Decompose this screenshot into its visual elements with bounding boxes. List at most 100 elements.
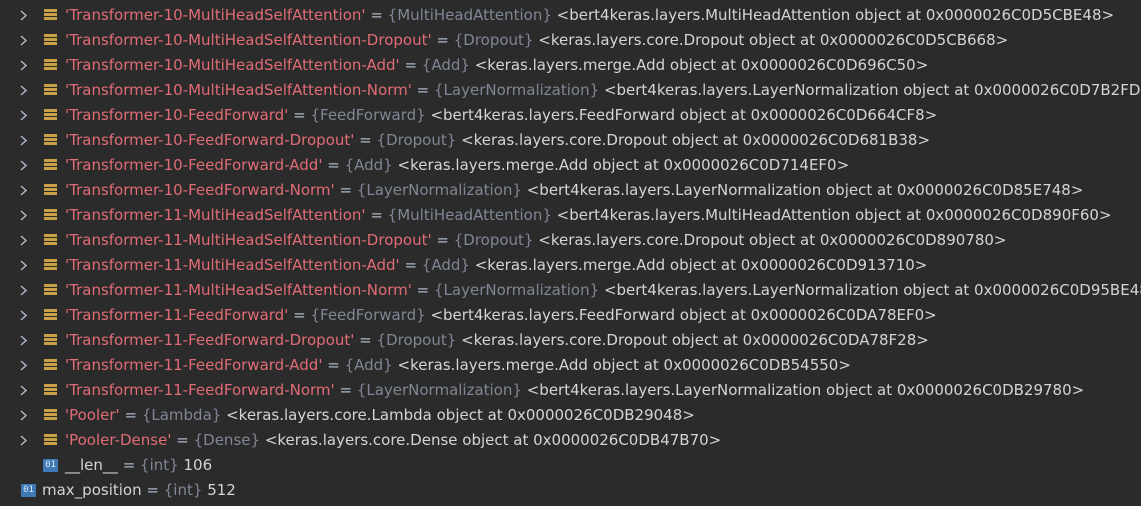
variable-type: {int} (163, 481, 203, 499)
variable-row[interactable]: 'Transformer-10-FeedForward' = {FeedForw… (0, 103, 1141, 128)
object-icon (44, 284, 57, 297)
chevron-right-icon[interactable] (19, 203, 31, 228)
variable-type: {LayerNormalization} (356, 381, 522, 399)
variable-type: {LayerNormalization} (356, 181, 522, 199)
equals-sign: = (327, 356, 340, 374)
variable-row[interactable]: 'Transformer-10-FeedForward-Norm' = {Lay… (0, 178, 1141, 203)
variable-type: {Dense} (193, 431, 261, 449)
equals-sign: = (436, 231, 449, 249)
variable-type: {Lambda} (141, 406, 222, 424)
variable-type: {LayerNormalization} (434, 281, 600, 299)
equals-sign: = (293, 106, 306, 124)
chevron-right-icon[interactable] (19, 228, 31, 253)
variable-row[interactable]: 'Pooler' = {Lambda} <keras.layers.core.L… (0, 403, 1141, 428)
variable-name: 'Pooler-Dense' (65, 431, 172, 449)
variable-entry: 'Transformer-11-FeedForward-Add' = {Add}… (65, 353, 851, 378)
object-icon (44, 59, 57, 72)
equals-sign: = (176, 431, 189, 449)
variable-row[interactable]: 'Transformer-10-MultiHeadSelfAttention-D… (0, 28, 1141, 53)
int-icon: 01 (43, 459, 58, 472)
variable-name: 'Transformer-10-MultiHeadSelfAttention' (65, 6, 366, 24)
variable-entry: 'Transformer-11-MultiHeadSelfAttention' … (65, 203, 1112, 228)
variable-row[interactable]: 'Transformer-10-MultiHeadSelfAttention' … (0, 3, 1141, 28)
variable-row[interactable]: 'Transformer-10-FeedForward-Dropout' = {… (0, 128, 1141, 153)
variable-row[interactable]: 'Transformer-10-MultiHeadSelfAttention-A… (0, 53, 1141, 78)
variable-value: <bert4keras.layers.LayerNormalization ob… (603, 81, 1141, 99)
variable-value: <bert4keras.layers.LayerNormalization ob… (526, 381, 1085, 399)
variable-value: <keras.layers.core.Dropout object at 0x0… (538, 31, 1009, 49)
chevron-right-icon[interactable] (19, 3, 31, 28)
variable-type: {Dropout} (376, 131, 457, 149)
variable-name: 'Transformer-11-FeedForward' (65, 306, 289, 324)
variable-value: <keras.layers.core.Dropout object at 0x0… (461, 131, 931, 149)
variable-value: <keras.layers.core.Lambda object at 0x00… (226, 406, 695, 424)
variable-entry: 'Transformer-11-MultiHeadSelfAttention-A… (65, 253, 927, 278)
variable-name: 'Transformer-10-MultiHeadSelfAttention-A… (65, 56, 400, 74)
variable-value: <bert4keras.layers.LayerNormalization ob… (526, 181, 1084, 199)
variable-name: 'Transformer-11-FeedForward-Norm' (65, 381, 335, 399)
variable-type: {Dropout} (376, 331, 457, 349)
chevron-right-icon[interactable] (19, 53, 31, 78)
chevron-right-icon[interactable] (19, 28, 31, 53)
variable-type: {int} (140, 456, 179, 474)
object-icon (44, 334, 57, 347)
variable-entry: 'Transformer-10-MultiHeadSelfAttention-N… (65, 78, 1141, 103)
object-icon (44, 309, 57, 322)
chevron-right-icon[interactable] (19, 303, 31, 328)
variable-row[interactable]: 'Transformer-11-MultiHeadSelfAttention-N… (0, 278, 1141, 303)
variable-row[interactable]: 'Transformer-11-MultiHeadSelfAttention-A… (0, 253, 1141, 278)
equals-sign: = (359, 331, 372, 349)
variable-row[interactable]: 'Transformer-11-MultiHeadSelfAttention-D… (0, 228, 1141, 253)
variable-type: {Add} (421, 256, 470, 274)
variable-value: <keras.layers.merge.Add object at 0x0000… (474, 256, 928, 274)
chevron-right-icon[interactable] (19, 278, 31, 303)
chevron-right-icon[interactable] (19, 428, 31, 453)
variable-value: <keras.layers.merge.Add object at 0x0000… (474, 56, 929, 74)
max-position-variable-row[interactable]: 01 max_position = {int} 512 (0, 478, 1141, 503)
chevron-right-icon[interactable] (19, 378, 31, 403)
variable-entry: 'Pooler-Dense' = {Dense} <keras.layers.c… (65, 428, 721, 453)
equals-sign: = (339, 381, 353, 399)
variable-entry: 'Transformer-10-MultiHeadSelfAttention' … (65, 3, 1114, 28)
variable-entry: 'Transformer-10-FeedForward-Add' = {Add}… (65, 153, 849, 178)
equals-sign: = (370, 6, 383, 24)
variable-row[interactable]: 'Transformer-11-FeedForward-Add' = {Add}… (0, 353, 1141, 378)
variable-name: 'Transformer-11-MultiHeadSelfAttention-N… (65, 281, 412, 299)
variable-value: 106 (183, 456, 213, 474)
variable-entry: 'Transformer-11-FeedForward' = {FeedForw… (65, 303, 937, 328)
variable-row[interactable]: 'Pooler-Dense' = {Dense} <keras.layers.c… (0, 428, 1141, 453)
variable-name: 'Pooler' (65, 406, 120, 424)
chevron-right-icon[interactable] (19, 403, 31, 428)
variable-entry: 'Pooler' = {Lambda} <keras.layers.core.L… (65, 403, 695, 428)
equals-sign: = (339, 181, 353, 199)
chevron-right-icon[interactable] (19, 353, 31, 378)
object-icon (44, 134, 57, 147)
chevron-right-icon[interactable] (19, 253, 31, 278)
chevron-right-icon[interactable] (19, 128, 31, 153)
len-variable-row[interactable]: 01 __len__ = {int} 106 (0, 453, 1141, 478)
variable-row[interactable]: 'Transformer-11-FeedForward-Dropout' = {… (0, 328, 1141, 353)
variable-row[interactable]: 'Transformer-10-MultiHeadSelfAttention-N… (0, 78, 1141, 103)
chevron-right-icon[interactable] (19, 178, 31, 203)
equals-sign: = (436, 31, 449, 49)
variable-row[interactable]: 'Transformer-11-MultiHeadSelfAttention' … (0, 203, 1141, 228)
chevron-right-icon[interactable] (19, 153, 31, 178)
variable-entry: 'Transformer-10-FeedForward-Dropout' = {… (65, 128, 930, 153)
variable-type: {MultiHeadAttention} (387, 206, 552, 224)
variable-entry: 'Transformer-10-MultiHeadSelfAttention-A… (65, 53, 928, 78)
variable-name: 'Transformer-11-MultiHeadSelfAttention-D… (65, 231, 432, 249)
variable-row[interactable]: 'Transformer-11-FeedForward-Norm' = {Lay… (0, 378, 1141, 403)
object-icon (44, 434, 57, 447)
variable-entry: 'Transformer-10-FeedForward' = {FeedForw… (65, 103, 937, 128)
variable-row[interactable]: 'Transformer-11-FeedForward' = {FeedForw… (0, 303, 1141, 328)
object-icon (44, 384, 57, 397)
chevron-right-icon[interactable] (19, 103, 31, 128)
chevron-right-icon[interactable] (19, 78, 31, 103)
variable-value: <keras.layers.merge.Add object at 0x0000… (397, 156, 850, 174)
variable-value: <bert4keras.layers.MultiHeadAttention ob… (556, 6, 1115, 24)
equals-sign: = (359, 131, 372, 149)
len-variable-entry: __len__ = {int} 106 (65, 453, 212, 478)
variable-row[interactable]: 'Transformer-10-FeedForward-Add' = {Add}… (0, 153, 1141, 178)
chevron-right-icon[interactable] (19, 328, 31, 353)
variable-type: {Add} (344, 156, 393, 174)
